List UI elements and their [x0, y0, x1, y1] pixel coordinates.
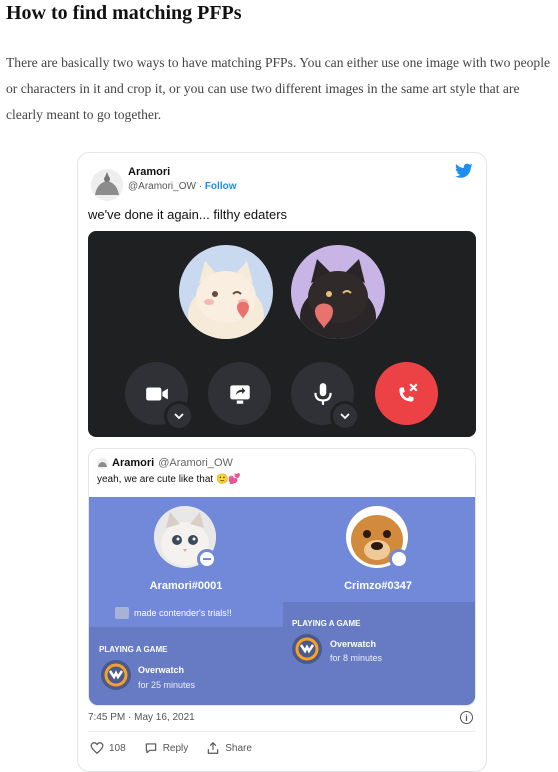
- screen-share-button[interactable]: [208, 362, 271, 425]
- screen-share-icon: [229, 384, 250, 404]
- article-title: How to find matching PFPs: [6, 2, 242, 24]
- share-button[interactable]: Share: [206, 741, 252, 755]
- like-count: 108: [109, 742, 126, 754]
- embedded-tweet: Aramori @Aramori_OW · Follow we've done …: [77, 152, 487, 772]
- follow-link[interactable]: Follow: [205, 181, 237, 192]
- end-call-icon: [398, 382, 418, 402]
- microphone-options-button[interactable]: [330, 401, 360, 431]
- heart-icon: [90, 742, 104, 755]
- tweet-author-name[interactable]: Aramori: [128, 166, 170, 178]
- user-avatar[interactable]: [91, 169, 123, 201]
- call-avatar-black-cat: [291, 245, 385, 339]
- handle-text[interactable]: @Aramori_OW: [128, 181, 196, 192]
- quoted-tweet[interactable]: Aramori @Aramori_OW yeah, we are cute li…: [88, 448, 476, 706]
- online-status-icon: [389, 549, 409, 569]
- custom-status-emoji-icon: [115, 607, 129, 619]
- overwatch-icon: [292, 634, 322, 664]
- reply-label: Reply: [162, 742, 189, 754]
- call-avatar-white-cat: [179, 245, 273, 339]
- quoted-author-handle: @Aramori_OW: [158, 457, 233, 469]
- quoted-tweet-text: yeah, we are cute like that 🙂💕: [97, 474, 241, 485]
- right-playing-label: PLAYING A GAME: [292, 619, 361, 628]
- tweet-actions: 108 Reply Share: [90, 741, 252, 755]
- like-button[interactable]: 108: [90, 741, 126, 755]
- info-icon[interactable]: i: [460, 711, 473, 724]
- chevron-down-icon: [174, 413, 184, 420]
- left-playing-label: PLAYING A GAME: [99, 645, 168, 654]
- tweet-text: we've done it again... filthy edaters: [88, 207, 288, 222]
- reply-icon: [145, 743, 156, 754]
- chevron-down-icon: [340, 413, 350, 420]
- camera-icon: [145, 387, 168, 400]
- right-profile-name: Crimzo#0347: [344, 580, 412, 592]
- quoted-user-avatar: [97, 457, 108, 469]
- custom-status-text: made contender's trials!!: [134, 608, 232, 618]
- divider: [88, 731, 476, 732]
- right-game-time: for 8 minutes: [330, 653, 383, 663]
- discord-profiles-image[interactable]: Aramori#0001 Crimzo#0347 made contender'…: [89, 497, 475, 705]
- camera-options-button[interactable]: [164, 401, 194, 431]
- share-label: Share: [225, 742, 252, 754]
- quoted-author-name: Aramori: [112, 457, 155, 469]
- tweet-author-handle: @Aramori_OW · Follow: [128, 181, 237, 192]
- microphone-button[interactable]: [291, 362, 360, 431]
- article-paragraph: There are basically two ways to have mat…: [6, 55, 551, 122]
- quoted-tweet-header: Aramori @Aramori_OW: [97, 457, 233, 469]
- left-profile-name: Aramori#0001: [149, 580, 223, 592]
- do-not-disturb-status-icon: [197, 549, 217, 569]
- separator: ·: [195, 181, 205, 192]
- left-game-name: Overwatch: [138, 665, 185, 675]
- left-game-time: for 25 minutes: [138, 680, 196, 690]
- microphone-icon: [313, 382, 332, 405]
- tweet-timestamp[interactable]: 7:45 PM · May 16, 2021: [88, 712, 195, 723]
- discord-call-image[interactable]: [88, 231, 476, 437]
- custom-status: made contender's trials!!: [115, 607, 232, 619]
- camera-button[interactable]: [125, 362, 194, 431]
- twitter-bird-icon[interactable]: [455, 163, 473, 179]
- right-game-name: Overwatch: [330, 639, 377, 649]
- end-call-button[interactable]: [375, 362, 438, 425]
- share-icon: [208, 741, 219, 754]
- overwatch-icon: [101, 660, 131, 690]
- reply-button[interactable]: Reply: [144, 741, 189, 755]
